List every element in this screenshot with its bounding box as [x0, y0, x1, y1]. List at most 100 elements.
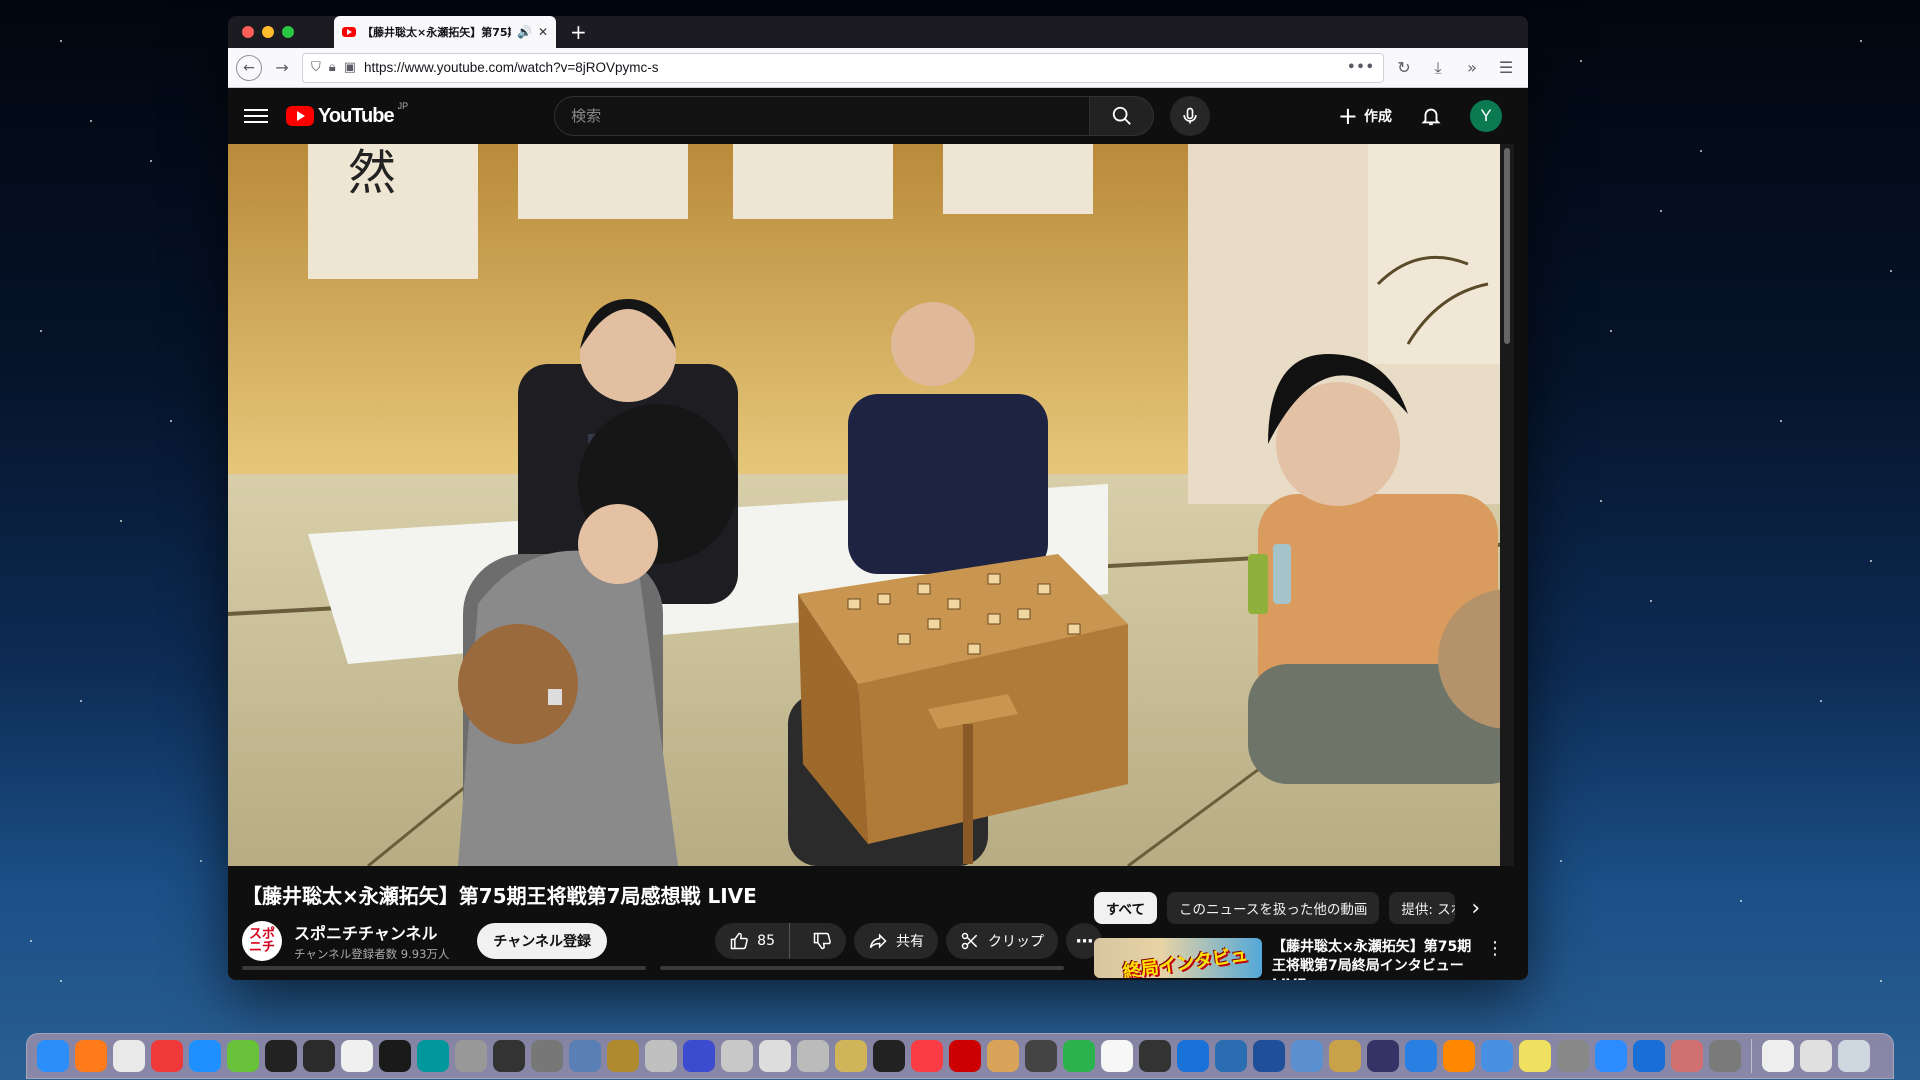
dock-app-blue-icon[interactable]	[683, 1040, 715, 1072]
dislike-button[interactable]	[798, 923, 846, 959]
download-icon[interactable]: ⤓	[1424, 54, 1452, 82]
guide-menu-icon[interactable]	[244, 109, 268, 123]
page-actions-icon[interactable]: •••	[1347, 60, 1375, 75]
dock-vivaldi-icon[interactable]	[151, 1040, 183, 1072]
overflow-icon[interactable]: »	[1458, 54, 1486, 82]
chip-all[interactable]: すべて	[1094, 892, 1158, 924]
video-title: 【藤井聡太×永瀬拓矢】第75期王将戦第7局感想戦 LIVE	[242, 884, 757, 908]
subscribe-button[interactable]: チャンネル登録	[477, 923, 608, 959]
youtube-logo[interactable]: YouTube JP	[286, 101, 408, 128]
dock-app-doc1-icon[interactable]	[1762, 1040, 1794, 1072]
dock-guitar-icon[interactable]	[987, 1040, 1019, 1072]
account-avatar[interactable]: Y	[1470, 100, 1502, 132]
chip-news[interactable]: このニュースを扱った他の動画	[1167, 892, 1380, 924]
forward-button[interactable]: →	[268, 54, 296, 82]
dock-finder-icon[interactable]	[37, 1040, 69, 1072]
url-bar[interactable]: ⛉ 🔒︎ ▣ https://www.youtube.com/watch?v=8…	[302, 52, 1384, 83]
dock-flash-icon[interactable]	[949, 1040, 981, 1072]
dock-app-b-icon[interactable]	[379, 1040, 411, 1072]
dock-terminal-icon[interactable]	[265, 1040, 297, 1072]
chevron-right-icon[interactable]: ›	[1471, 896, 1480, 921]
dock-app-circle-icon[interactable]	[1177, 1040, 1209, 1072]
dock-firefox-icon[interactable]	[75, 1040, 107, 1072]
url-text[interactable]: https://www.youtube.com/watch?v=8jROVpym…	[364, 60, 1339, 75]
dock-app-note-icon[interactable]	[1519, 1040, 1551, 1072]
search-button[interactable]	[1090, 96, 1155, 136]
dock-chrome-icon[interactable]	[113, 1040, 145, 1072]
permissions-icon[interactable]: ▣	[344, 60, 356, 75]
dock-activity-icon[interactable]	[1633, 1040, 1665, 1072]
dock-prefs-icon[interactable]	[1709, 1040, 1741, 1072]
back-button[interactable]: ←	[236, 54, 262, 81]
star	[30, 940, 32, 942]
dock-app-x-icon[interactable]	[797, 1040, 829, 1072]
dock-app-audio-icon[interactable]	[1671, 1040, 1703, 1072]
dock-trash-icon[interactable]	[1838, 1040, 1870, 1072]
dock-app-free-icon[interactable]	[1215, 1040, 1247, 1072]
dock-app-8-icon[interactable]	[303, 1040, 335, 1072]
dock-app-scan-icon[interactable]	[1291, 1040, 1323, 1072]
dock-app-pres-icon[interactable]	[1481, 1040, 1513, 1072]
reload-icon[interactable]: ↻	[1390, 54, 1418, 82]
macos-dock	[26, 1033, 1894, 1079]
dock-tasks-icon[interactable]	[1101, 1040, 1133, 1072]
share-button[interactable]: 共有	[854, 923, 938, 959]
video-player[interactable]: 然	[228, 144, 1514, 866]
menu-icon[interactable]: ☰	[1492, 54, 1520, 82]
dock-app-ab-icon[interactable]	[1025, 1040, 1057, 1072]
dock-app-tools-icon[interactable]	[1557, 1040, 1589, 1072]
close-window-button[interactable]	[242, 26, 254, 38]
dock-coda-icon[interactable]	[227, 1040, 259, 1072]
dock-app-ink-icon[interactable]	[531, 1040, 563, 1072]
zoom-window-button[interactable]	[282, 26, 294, 38]
recommended-video[interactable]: 終局インタビュー 【藤井聡太×永瀬拓矢】第75期王将戦第7局終局インタビュー L…	[1094, 938, 1504, 980]
dock-app-disk-icon[interactable]	[721, 1040, 753, 1072]
dock-app-mon-icon[interactable]	[759, 1040, 791, 1072]
search-input[interactable]	[554, 96, 1091, 136]
dock-app-ball-icon[interactable]	[607, 1040, 639, 1072]
new-tab-button[interactable]: +	[570, 20, 587, 44]
dock-app-gold-icon[interactable]	[835, 1040, 867, 1072]
scrollbar-thumb[interactable]	[1504, 148, 1510, 344]
dock-app-pen-icon[interactable]	[645, 1040, 677, 1072]
minimize-window-button[interactable]	[262, 26, 274, 38]
create-button[interactable]: + 作成	[1338, 102, 1392, 130]
dock-vlc-icon[interactable]	[1443, 1040, 1475, 1072]
dock-app-house-icon[interactable]	[1253, 1040, 1285, 1072]
dock-piano-icon[interactable]	[873, 1040, 905, 1072]
star	[1890, 270, 1892, 272]
dock-app-search-icon[interactable]	[1405, 1040, 1437, 1072]
chip-provider[interactable]: 提供: スポニチ	[1389, 892, 1456, 924]
clip-button[interactable]: クリップ	[946, 923, 1058, 959]
dock-app-cube-icon[interactable]	[455, 1040, 487, 1072]
dock-safari-icon[interactable]	[189, 1040, 221, 1072]
lock-icon[interactable]: 🔒︎	[329, 60, 336, 75]
close-tab-icon[interactable]: ✕	[538, 25, 548, 39]
page-scrollbar[interactable]	[1500, 144, 1514, 866]
more-vertical-icon[interactable]: ⋮	[1486, 938, 1504, 980]
recommended-title[interactable]: 【藤井聡太×永瀬拓矢】第75期王将戦第7局終局インタビュー LIVE	[1272, 938, 1472, 980]
dock-app-cam-icon[interactable]	[1139, 1040, 1171, 1072]
dock-app-books-icon[interactable]	[1329, 1040, 1361, 1072]
voice-search-button[interactable]	[1170, 96, 1211, 136]
dock-app-tent-icon[interactable]	[569, 1040, 601, 1072]
notifications-bell-icon[interactable]	[1420, 105, 1442, 127]
dock-zoom-icon[interactable]	[1595, 1040, 1627, 1072]
create-label: 作成	[1364, 109, 1392, 125]
channel-avatar[interactable]: スポ ニチ	[242, 921, 282, 961]
dock-app-doc2-icon[interactable]	[1800, 1040, 1832, 1072]
dock-app-wave-icon[interactable]	[1063, 1040, 1095, 1072]
speaker-icon[interactable]: 🔊	[517, 25, 532, 39]
thumbs-down-icon	[813, 932, 831, 950]
channel-name[interactable]: スポニチチャンネル	[294, 920, 449, 944]
like-button[interactable]: 85	[715, 923, 790, 959]
dock-app-q-icon[interactable]	[1367, 1040, 1399, 1072]
dock-music-icon[interactable]	[911, 1040, 943, 1072]
dock-app-owl-icon[interactable]	[493, 1040, 525, 1072]
tab-youtube[interactable]: 【藤井聡太×永瀬拓矢】第75期王将戦第7局感想戦 LIVE - YouTube …	[334, 16, 556, 48]
channel-avatar-logo: スポ ニチ	[248, 927, 275, 955]
dock-app-arduino-icon[interactable]	[417, 1040, 449, 1072]
shield-icon[interactable]: ⛉	[311, 60, 321, 75]
dock-app-pd-icon[interactable]	[341, 1040, 373, 1072]
recommended-thumbnail[interactable]: 終局インタビュー	[1094, 938, 1262, 978]
